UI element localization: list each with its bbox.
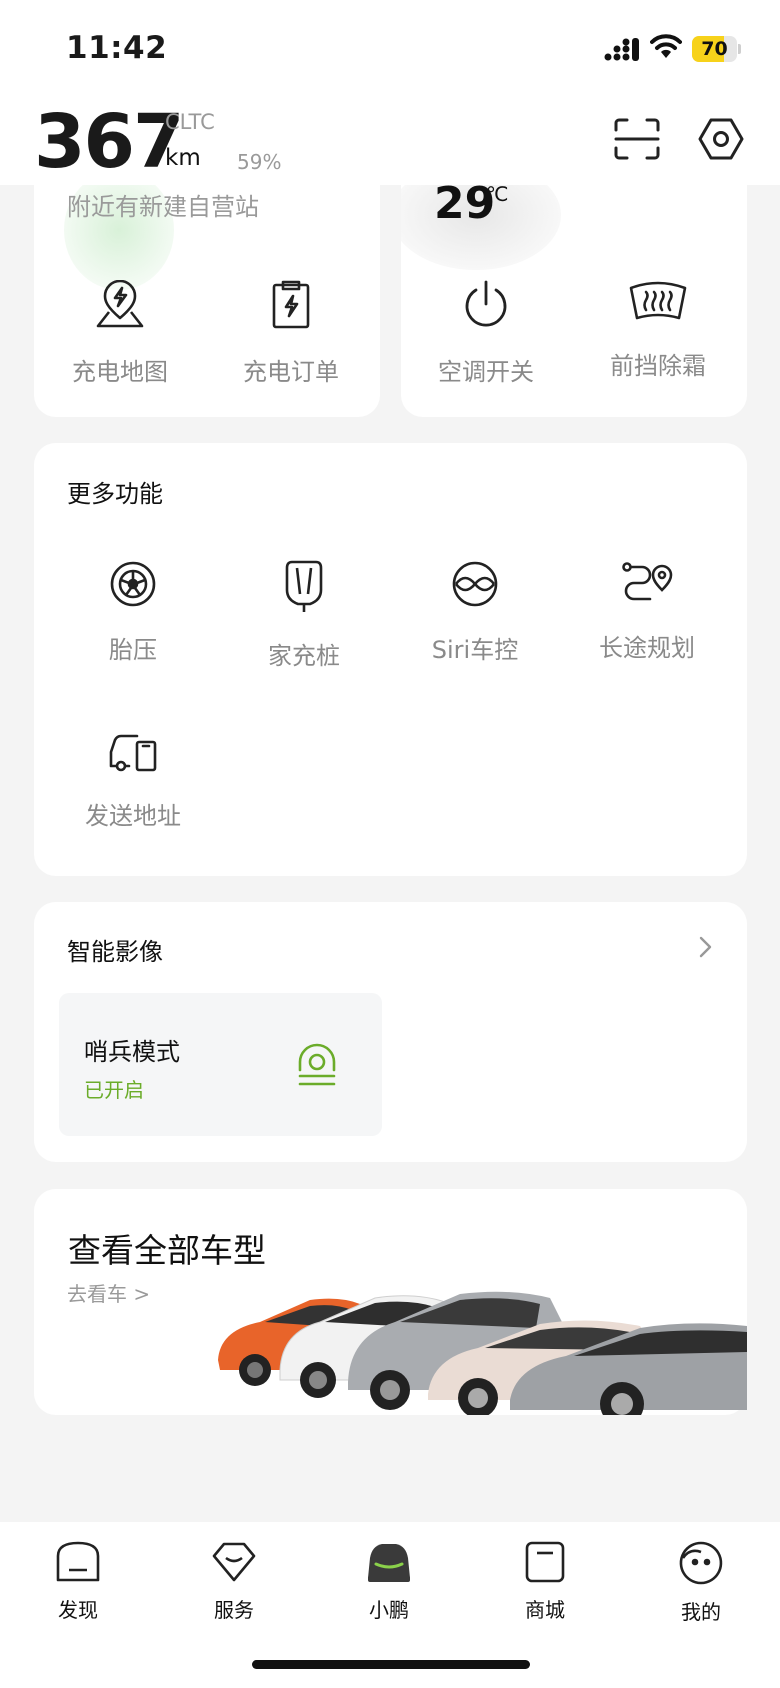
tab-profile[interactable]: 我的 — [646, 1540, 756, 1625]
profile-icon — [679, 1541, 723, 1585]
nearby-station-text[interactable]: 附近有新建自营站 — [67, 187, 259, 222]
range-standard: CLTC — [165, 110, 215, 134]
ac-power-button[interactable]: 空调开关 — [416, 280, 556, 387]
tab-service-label: 服务 — [214, 1598, 254, 1622]
front-defrost-button[interactable]: 前挡除霜 — [588, 280, 728, 381]
home-charger-button[interactable]: 家充桩 — [234, 560, 374, 671]
range-unit: km — [165, 145, 201, 171]
home-charger-label: 家充桩 — [268, 642, 340, 670]
send-address-icon — [109, 734, 157, 772]
scan-icon[interactable] — [614, 118, 660, 160]
sentry-mode-title: 哨兵模式 — [84, 1038, 180, 1066]
charge-order-label: 充电订单 — [243, 358, 339, 386]
car-icon — [368, 1544, 410, 1582]
mall-icon — [525, 1541, 565, 1583]
siri-control-label: Siri车控 — [431, 636, 519, 664]
tab-profile-label: 我的 — [681, 1600, 721, 1624]
wifi-icon — [650, 34, 682, 58]
tire-pressure-label: 胎压 — [109, 636, 157, 664]
long-trip-planning-label: 长途规划 — [599, 634, 695, 662]
charge-order-icon — [272, 280, 310, 329]
range-value: 367 — [34, 99, 184, 185]
sentry-mode-status: 已开启 — [84, 1078, 144, 1102]
front-defrost-label: 前挡除霜 — [610, 352, 706, 380]
charge-map-button[interactable]: 充电地图 — [50, 280, 190, 387]
tab-discover-label: 发现 — [58, 1598, 98, 1622]
battery-soc: 59% — [237, 150, 282, 174]
tab-mall-label: 商城 — [525, 1598, 565, 1622]
charge-map-label: 充电地图 — [72, 358, 168, 386]
signal-icon — [604, 38, 639, 61]
discover-icon — [56, 1541, 100, 1582]
smart-video-title: 智能影像 — [67, 938, 163, 966]
tab-service[interactable]: 服务 — [179, 1540, 289, 1623]
ac-power-label: 空调开关 — [438, 358, 534, 386]
power-icon — [465, 280, 507, 327]
charge-order-button[interactable]: 充电订单 — [221, 280, 361, 387]
chevron-right-icon[interactable] — [694, 935, 716, 959]
tab-xpeng[interactable]: 小鹏 — [334, 1540, 444, 1623]
car-lineup-image — [218, 1291, 747, 1415]
home-indicator[interactable] — [252, 1660, 530, 1669]
siri-icon — [452, 561, 498, 607]
tab-xpeng-label: 小鹏 — [369, 1598, 409, 1622]
status-time: 11:42 — [66, 30, 168, 66]
tab-mall[interactable]: 商城 — [490, 1540, 600, 1623]
charge-map-icon — [96, 280, 144, 328]
battery-label: 70 — [701, 38, 728, 60]
siri-control-button[interactable]: Siri车控 — [405, 560, 545, 665]
tab-discover[interactable]: 发现 — [23, 1540, 133, 1623]
route-icon — [622, 562, 673, 601]
models-title: 查看全部车型 — [68, 1231, 266, 1270]
temperature-unit: ℃ — [486, 182, 509, 206]
home-charger-icon — [285, 560, 323, 612]
tire-pressure-button[interactable]: 胎压 — [63, 560, 203, 665]
go-see-cars-link[interactable]: 去看车 > — [67, 1278, 150, 1307]
long-trip-planning-button[interactable]: 长途规划 — [577, 560, 717, 663]
more-functions-title: 更多功能 — [67, 480, 163, 508]
defrost-icon — [629, 281, 687, 320]
settings-hex-icon[interactable] — [698, 116, 744, 162]
tire-icon — [110, 561, 156, 607]
send-address-button[interactable]: 发送地址 — [63, 732, 203, 831]
send-address-label: 发送地址 — [85, 802, 181, 830]
service-icon — [212, 1542, 256, 1582]
battery-icon: 70 — [692, 36, 742, 62]
sentry-camera-icon — [298, 1043, 336, 1086]
